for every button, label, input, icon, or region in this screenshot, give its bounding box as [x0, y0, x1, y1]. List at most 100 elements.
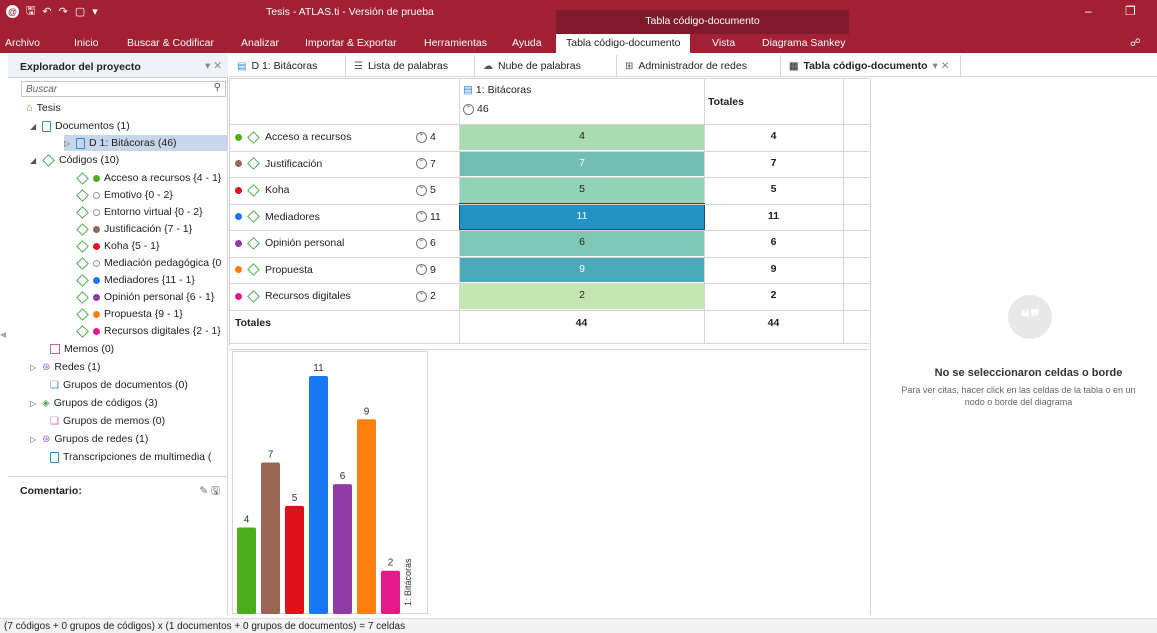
code-color-dot-icon: [93, 276, 100, 284]
minimize-icon[interactable]: –: [1085, 4, 1092, 18]
tab-analizar[interactable]: Analizar: [241, 37, 279, 49]
code-icon: [247, 210, 260, 223]
table-row-label[interactable]: Justificación: [235, 156, 322, 172]
tree-code-item[interactable]: Entorno virtual {0 - 2}: [76, 204, 203, 220]
tree-code-item[interactable]: Mediadores {11 - 1}: [76, 272, 195, 288]
tab-herramientas[interactable]: Herramientas: [424, 37, 487, 49]
tab-inicio[interactable]: Inicio: [74, 37, 99, 49]
tab-word-list[interactable]: ☰ Lista de palabras: [346, 55, 475, 77]
tree-code-item[interactable]: Koha {5 - 1}: [76, 238, 159, 254]
table-row-label[interactable]: Opinión personal: [235, 235, 344, 251]
undo-icon[interactable]: ↶: [42, 5, 51, 18]
column-header[interactable]: ▤ 1: Bitácoras: [463, 84, 531, 96]
tab-tabla-codigo-documento[interactable]: Tabla código-documento: [556, 34, 691, 53]
code-color-dot-icon: [93, 191, 100, 199]
code-icon: [76, 239, 89, 253]
table-cell-value: 4: [579, 130, 585, 142]
no-selection-title: No se seleccionaron celdas o borde: [934, 367, 1123, 379]
document-icon: ▤: [463, 84, 473, 96]
tab-word-cloud[interactable]: ☁ Nube de palabras: [475, 55, 617, 77]
new-icon[interactable]: ▢: [75, 5, 85, 18]
code-color-dot-icon: [235, 186, 242, 194]
table-cell-value: 5: [579, 183, 585, 195]
project-icon: ⌂: [26, 102, 33, 114]
save-icon[interactable]: 🖫: [26, 2, 35, 21]
chart-bar[interactable]: [357, 419, 376, 614]
tree-network-groups[interactable]: ▷ ⊛ Grupos de redes (1): [30, 431, 148, 447]
code-icon: [76, 205, 89, 219]
chart-bar[interactable]: [381, 570, 400, 614]
table-row-label[interactable]: Mediadores: [235, 209, 320, 225]
tree-code-groups[interactable]: ▷ ◈ Grupos de códigos (3): [30, 395, 158, 411]
chart-data-label: 2: [388, 558, 394, 569]
search-input[interactable]: Buscar ⚲: [21, 81, 226, 97]
edit-comment-icon[interactable]: ✎ 🖫: [199, 483, 220, 501]
chart-bar[interactable]: [309, 376, 328, 614]
chart-data-label: 6: [340, 471, 346, 482]
tree-code-item[interactable]: Justificación {7 - 1}: [76, 221, 192, 237]
tree-root[interactable]: ⌂ Tesis: [26, 100, 61, 116]
tree-doc-groups[interactable]: ❏ Grupos de documentos (0): [50, 377, 188, 393]
totals-header: Totales: [708, 96, 744, 108]
code-icon: [247, 183, 260, 197]
explorer-title: Explorador del proyecto: [20, 61, 141, 73]
tab-importar-exportar[interactable]: Importar & Exportar: [305, 37, 397, 49]
restore-icon[interactable]: ❐: [1125, 4, 1136, 18]
chart-bar[interactable]: [237, 527, 256, 614]
tree-doc-item[interactable]: ▷ D 1: Bitácoras (46): [64, 135, 228, 151]
quote-icon: ❞: [416, 184, 427, 196]
tree-code-item[interactable]: Opinión personal {6 - 1}: [76, 289, 214, 305]
quote-icon: ❞: [416, 264, 427, 275]
expand-icon[interactable]: ◢: [30, 156, 38, 165]
tree-code-item[interactable]: Mediación pedagógica {0: [76, 255, 221, 271]
tree-memo-groups[interactable]: ❏ Grupos de memos (0): [50, 413, 165, 429]
close-tab-icon[interactable]: ▾ ✕: [933, 60, 950, 72]
tab-network-manager[interactable]: ⊞ Administrador de redes: [617, 55, 781, 77]
code-color-dot-icon: [93, 242, 100, 250]
code-color-dot-icon: [93, 327, 100, 335]
quick-access-toolbar: @ 🖫 ↶ ↷ ▢ ▾: [6, 4, 98, 19]
tab-ayuda[interactable]: Ayuda: [512, 37, 542, 49]
tree-code-item[interactable]: Recursos digitales {2 - 1}: [76, 323, 221, 339]
code-color-dot-icon: [235, 292, 242, 300]
tree-codes[interactable]: ◢ Códigos (10): [30, 152, 119, 168]
expand-icon[interactable]: ▷: [30, 399, 38, 408]
collapse-panel-icon[interactable]: ◀: [0, 330, 6, 339]
chart-bar[interactable]: [333, 484, 352, 614]
close-icon[interactable]: ▾ ✕: [205, 60, 222, 72]
expand-icon[interactable]: ▷: [30, 435, 38, 444]
tab-diagrama-sankey[interactable]: Diagrama Sankey: [762, 37, 845, 49]
tab-doc-bitacoras[interactable]: ▤ D 1: Bitácoras: [229, 55, 346, 77]
cloud-icon: ☁: [483, 60, 493, 72]
redo-icon[interactable]: ↷: [59, 5, 68, 18]
chart-bar[interactable]: [261, 462, 280, 614]
table-row-label[interactable]: Recursos digitales: [235, 288, 351, 304]
totals-column-value: 44: [575, 317, 588, 329]
table-row-label[interactable]: Koha: [235, 182, 290, 198]
tree-code-item[interactable]: Emotivo {0 - 2}: [76, 187, 173, 203]
row-quote-count: ❞ 4: [416, 129, 436, 145]
tab-vista[interactable]: Vista: [712, 37, 735, 49]
row-quote-count: ❞ 2: [416, 288, 436, 304]
tree-networks[interactable]: ▷ ⊛ Redes (1): [30, 359, 101, 375]
tree-transcriptions[interactable]: Transcripciones de multimedia (: [50, 449, 211, 465]
share-icon[interactable]: ☍: [1130, 37, 1141, 49]
row-total-value: 6: [770, 236, 777, 248]
code-color-dot-icon: [235, 266, 242, 273]
code-document-table: ▤ 1: Bitácoras ❞ 4 6 Totales Acceso a rec…: [229, 78, 869, 346]
tree-memos[interactable]: Memos (0): [50, 341, 114, 357]
table-row-label[interactable]: Propuesta: [235, 262, 313, 278]
code-icon: [247, 289, 260, 303]
expand-icon[interactable]: ▷: [64, 139, 72, 148]
expand-icon[interactable]: ◢: [30, 122, 38, 131]
table-row-label[interactable]: Acceso a recursos: [235, 129, 351, 145]
tree-documents[interactable]: ◢ Documentos (1): [30, 118, 130, 134]
tab-buscar-codificar[interactable]: Buscar & Codificar: [127, 37, 214, 49]
tree-code-item[interactable]: Propuesta {9 - 1}: [76, 306, 183, 322]
tree-code-item[interactable]: Acceso a recursos {4 - 1}: [76, 170, 221, 186]
customize-icon[interactable]: ▾: [92, 5, 98, 18]
tab-archivo[interactable]: Archivo: [5, 37, 40, 49]
tab-code-document-table[interactable]: ▦ Tabla código-documento ▾ ✕: [781, 55, 961, 77]
chart-bar[interactable]: [285, 505, 304, 614]
expand-icon[interactable]: ▷: [30, 363, 38, 372]
